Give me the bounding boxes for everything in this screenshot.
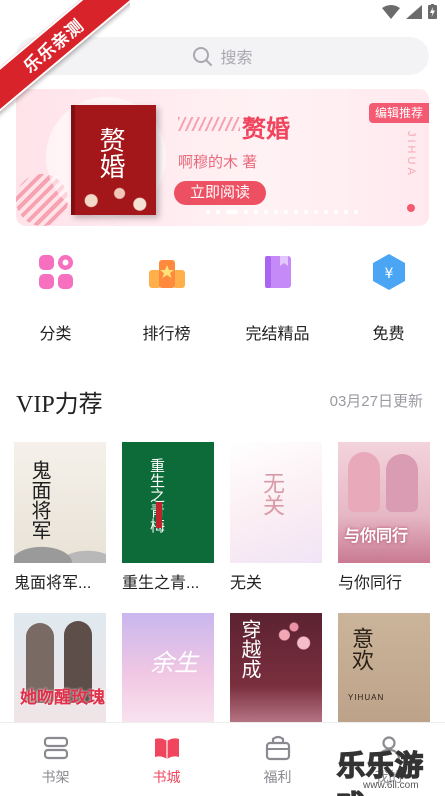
cover-mountains bbox=[14, 529, 106, 563]
nav-ranking[interactable]: 排行榜 bbox=[111, 252, 222, 344]
search-icon bbox=[193, 47, 213, 66]
cover-seal bbox=[156, 502, 162, 528]
book-cover[interactable]: 穿越成 bbox=[230, 613, 322, 734]
signal-icon bbox=[406, 4, 422, 19]
section-title: VIP力荐 bbox=[16, 392, 103, 418]
book-card[interactable]: 余生 bbox=[122, 613, 214, 734]
battery-charging-icon bbox=[428, 4, 437, 19]
book-title: 无关 bbox=[230, 575, 263, 592]
banner-author: 啊穆的木 著 bbox=[178, 154, 258, 171]
cover-flowers bbox=[75, 179, 156, 215]
nav-category[interactable]: 分类 bbox=[0, 252, 111, 344]
book-cover[interactable]: 她吻醒玫瑰 bbox=[14, 613, 106, 734]
bookshelf-icon bbox=[43, 736, 68, 760]
cover-subtitle: YIHUAN bbox=[348, 693, 385, 702]
book-card[interactable]: 与你同行 与你同行 bbox=[338, 442, 430, 593]
cover-title: 无关 bbox=[259, 472, 284, 516]
section-update-date: 03月27日更新 bbox=[329, 393, 423, 410]
banner-side-text: JIHUA bbox=[405, 131, 417, 178]
book-title: 鬼面将军... bbox=[14, 575, 92, 592]
test-ribbon: 乐乐亲测 bbox=[0, 0, 130, 130]
banner-decoration bbox=[407, 204, 415, 212]
editor-pick-badge: 编辑推荐 bbox=[368, 103, 429, 123]
carousel-dot[interactable] bbox=[216, 210, 220, 214]
finished-book-icon bbox=[264, 256, 291, 288]
category-icon bbox=[38, 255, 73, 289]
carousel-dot[interactable] bbox=[294, 210, 298, 214]
nav-finished[interactable]: 完结精品 bbox=[222, 252, 333, 344]
tab-label: 书架 bbox=[41, 769, 70, 785]
banner-cover-title: 赘婚 bbox=[95, 127, 125, 179]
nav-label: 分类 bbox=[39, 326, 72, 343]
cover-blossoms bbox=[270, 619, 318, 659]
watermark-logo: 乐乐游戏 www.6ll.com bbox=[327, 740, 445, 796]
gift-bag-icon bbox=[265, 735, 290, 761]
carousel-dot[interactable] bbox=[264, 210, 268, 214]
carousel-dot[interactable] bbox=[334, 210, 338, 214]
tab-bookshelf[interactable]: 书架 bbox=[0, 723, 111, 796]
book-card[interactable]: 意欢 YIHUAN bbox=[338, 613, 430, 734]
carousel-dot[interactable] bbox=[206, 210, 210, 214]
nav-label: 排行榜 bbox=[142, 326, 191, 343]
carousel-dot[interactable] bbox=[314, 210, 318, 214]
carousel-dot[interactable] bbox=[354, 210, 358, 214]
nav-label: 免费 bbox=[372, 326, 405, 343]
book-cover[interactable]: 重生之青梅 bbox=[122, 442, 214, 563]
cover-figure bbox=[386, 454, 418, 512]
cover-figure bbox=[348, 452, 380, 512]
book-cover[interactable]: 无关 bbox=[230, 442, 322, 563]
book-card[interactable]: 鬼面将军 鬼面将军... bbox=[14, 442, 106, 593]
read-now-button[interactable]: 立即阅读 bbox=[174, 181, 266, 205]
book-title: 与你同行 bbox=[338, 575, 403, 592]
tab-bookstore[interactable]: 书城 bbox=[111, 723, 222, 796]
nav-label: 完结精品 bbox=[245, 326, 310, 343]
free-yen-icon: ¥ bbox=[372, 254, 405, 290]
carousel-dot[interactable] bbox=[244, 210, 248, 214]
status-icons bbox=[382, 4, 437, 19]
bookstore-icon bbox=[154, 738, 179, 759]
tab-welfare[interactable]: 福利 bbox=[222, 723, 333, 796]
cover-title: 穿越成 bbox=[238, 619, 262, 679]
book-cover[interactable]: 鬼面将军 bbox=[14, 442, 106, 563]
cover-title: 她吻醒玫瑰 bbox=[20, 688, 105, 708]
watermark-url: www.6ll.com bbox=[363, 780, 419, 791]
banner-stripes bbox=[178, 117, 240, 131]
book-title: 重生之青... bbox=[122, 575, 200, 592]
book-card[interactable]: 穿越成 bbox=[230, 613, 322, 734]
wifi-icon bbox=[382, 4, 400, 19]
book-cover[interactable]: 余生 bbox=[122, 613, 214, 734]
banner-title: 赘婚 bbox=[242, 116, 290, 143]
carousel-dot[interactable] bbox=[344, 210, 348, 214]
cover-title: 余生 bbox=[150, 649, 198, 677]
nav-free[interactable]: ¥ 免费 bbox=[333, 252, 444, 344]
book-card[interactable]: 无关 无关 bbox=[230, 442, 322, 593]
cover-title: 鬼面将军 bbox=[28, 460, 52, 540]
carousel-dot[interactable] bbox=[324, 210, 328, 214]
book-cover[interactable]: 与你同行 bbox=[338, 442, 430, 563]
book-card[interactable]: 重生之青梅 重生之青... bbox=[122, 442, 214, 593]
book-card[interactable]: 她吻醒玫瑰 bbox=[14, 613, 106, 734]
book-cover[interactable]: 意欢 YIHUAN bbox=[338, 613, 430, 734]
tab-label: 书城 bbox=[152, 769, 181, 785]
carousel-dot-active[interactable] bbox=[226, 210, 238, 214]
carousel-dot[interactable] bbox=[304, 210, 308, 214]
carousel-indicator bbox=[206, 210, 358, 214]
carousel-dot[interactable] bbox=[254, 210, 258, 214]
carousel-dot[interactable] bbox=[284, 210, 288, 214]
ribbon-label: 乐乐亲测 bbox=[0, 0, 130, 120]
cover-title: 与你同行 bbox=[344, 526, 409, 545]
ranking-icon bbox=[148, 260, 185, 288]
tab-label: 福利 bbox=[263, 769, 292, 785]
carousel-dot[interactable] bbox=[274, 210, 278, 214]
search-placeholder: 搜索 bbox=[220, 50, 253, 67]
quick-nav: 分类 排行榜 完结精品 ¥ 免费 bbox=[0, 252, 445, 344]
svg-text:¥: ¥ bbox=[384, 266, 393, 282]
cover-title: 意欢 bbox=[348, 627, 373, 671]
